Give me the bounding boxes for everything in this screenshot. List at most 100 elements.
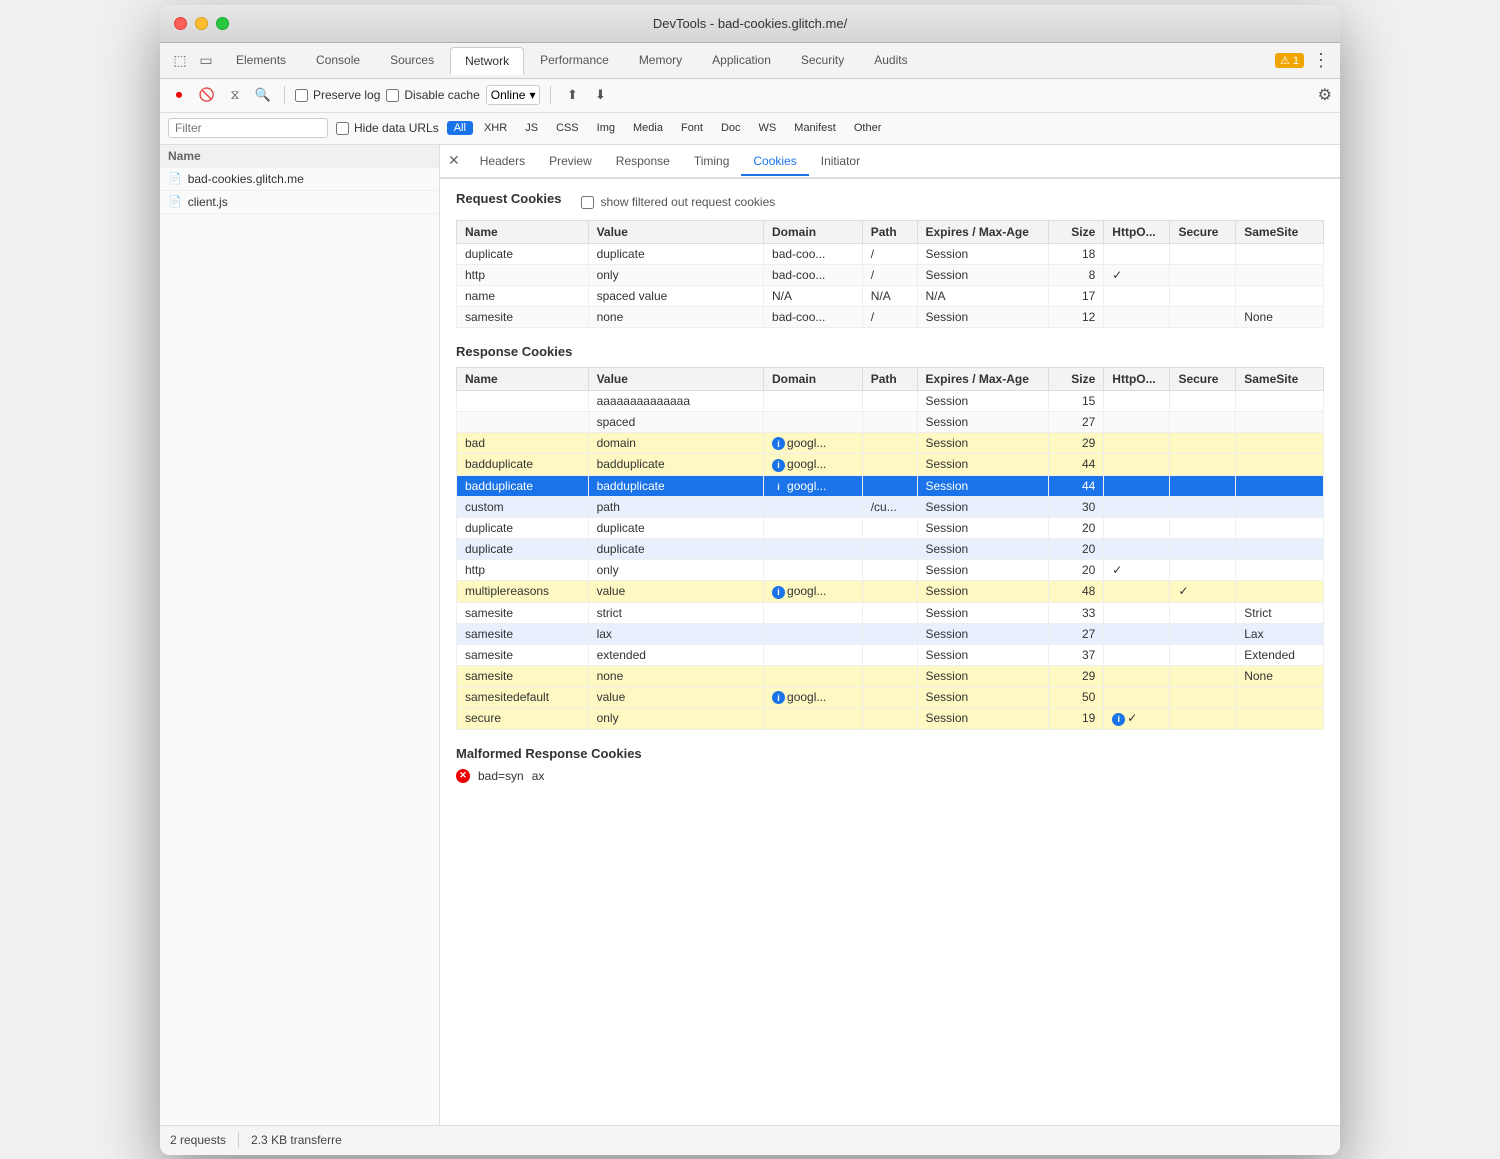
chevron-down-icon: ▾ [529, 88, 535, 102]
sub-tab-close-icon[interactable]: ✕ [448, 152, 460, 169]
cell-size: 18 [1049, 243, 1104, 264]
table-row[interactable]: samesite none Session 29 None [457, 665, 1324, 686]
cell-path [862, 644, 917, 665]
status-bar: 2 requests 2.3 KB transferre [160, 1125, 1340, 1155]
table-row[interactable]: secure only Session 19 i✓ [457, 708, 1324, 730]
throttle-select[interactable]: Online ▾ [486, 85, 541, 105]
table-row[interactable]: duplicate duplicate Session 20 [457, 539, 1324, 560]
cell-domain [764, 497, 863, 518]
table-row[interactable]: name spaced value N/A N/A N/A 17 [457, 285, 1324, 306]
tab-elements[interactable]: Elements [222, 47, 300, 73]
filter-media[interactable]: Media [626, 121, 670, 135]
table-row[interactable]: spaced Session 27 [457, 411, 1324, 432]
table-row[interactable]: bad domain igoogl... Session 29 [457, 432, 1324, 454]
th-resp-path: Path [862, 367, 917, 390]
sub-tab-bar: ✕ Headers Preview Response Timing Cookie… [440, 145, 1340, 179]
table-row[interactable]: http only bad-coo... / Session 8 ✓ [457, 264, 1324, 285]
table-row[interactable]: duplicate duplicate bad-coo... / Session… [457, 243, 1324, 264]
cell-path [862, 708, 917, 730]
disable-cache-checkbox[interactable] [386, 89, 399, 102]
filter-img[interactable]: Img [590, 121, 622, 135]
show-filtered-checkbox[interactable] [581, 196, 594, 209]
sub-tab-initiator[interactable]: Initiator [809, 148, 872, 176]
close-button[interactable] [174, 17, 187, 30]
filter-toggle[interactable]: ⧖ [224, 84, 246, 106]
record-button[interactable]: ⏺ [168, 84, 190, 106]
cell-secure [1170, 665, 1236, 686]
show-filtered-label[interactable]: show filtered out request cookies [581, 195, 775, 209]
cell-name: multiplereasons [457, 581, 589, 603]
filter-css[interactable]: CSS [549, 121, 586, 135]
tab-network[interactable]: Network [450, 47, 524, 75]
table-row[interactable]: samesite extended Session 37 Extended [457, 644, 1324, 665]
table-row[interactable]: multiplereasons value igoogl... Session … [457, 581, 1324, 603]
cell-value: duplicate [588, 539, 763, 560]
tab-sources[interactable]: Sources [376, 47, 448, 73]
table-row[interactable]: samesite strict Session 33 Strict [457, 602, 1324, 623]
warning-badge[interactable]: ⚠ 1 [1275, 53, 1304, 68]
cell-samesite [1236, 454, 1324, 476]
table-row[interactable]: duplicate duplicate Session 20 [457, 518, 1324, 539]
tab-audits[interactable]: Audits [860, 47, 921, 73]
sub-tab-preview[interactable]: Preview [537, 148, 604, 176]
cell-httpo [1104, 411, 1170, 432]
maximize-button[interactable] [216, 17, 229, 30]
settings-icon[interactable]: ⚙ [1318, 85, 1332, 105]
filter-manifest[interactable]: Manifest [787, 121, 843, 135]
download-icon[interactable]: ⬇ [589, 84, 611, 106]
upload-icon[interactable]: ⬆ [561, 84, 583, 106]
table-row[interactable]: samesitedefault value igoogl... Session … [457, 686, 1324, 708]
tab-console[interactable]: Console [302, 47, 374, 73]
stop-button[interactable]: 🚫 [196, 84, 218, 106]
cell-httpo: i✓ [1104, 708, 1170, 730]
cell-secure [1170, 602, 1236, 623]
cell-expires: Session [917, 497, 1049, 518]
tab-memory[interactable]: Memory [625, 47, 696, 73]
hide-data-urls-label[interactable]: Hide data URLs [336, 121, 439, 135]
filter-doc[interactable]: Doc [714, 121, 748, 135]
status-sep [238, 1132, 239, 1148]
disable-cache-label[interactable]: Disable cache [386, 88, 479, 102]
sub-tab-timing[interactable]: Timing [682, 148, 742, 176]
tab-performance[interactable]: Performance [526, 47, 623, 73]
filter-js[interactable]: JS [518, 121, 545, 135]
malformed-cookie-extra: ax [532, 769, 545, 783]
preserve-log-checkbox[interactable] [295, 89, 308, 102]
cell-size: 8 [1049, 264, 1104, 285]
cursor-icon[interactable]: ⬚ [170, 50, 190, 70]
th-resp-httpo: HttpO... [1104, 367, 1170, 390]
device-icon[interactable]: ▭ [196, 50, 216, 70]
filter-other[interactable]: Other [847, 121, 889, 135]
table-row[interactable]: samesite lax Session 27 Lax [457, 623, 1324, 644]
network-toolbar: ⏺ 🚫 ⧖ 🔍 Preserve log Disable cache Onlin… [160, 79, 1340, 113]
sidebar-item-bad-cookies[interactable]: 📄 bad-cookies.glitch.me [160, 168, 439, 191]
sub-tab-cookies[interactable]: Cookies [741, 148, 808, 176]
hide-data-urls-checkbox[interactable] [336, 122, 349, 135]
filter-ws[interactable]: WS [752, 121, 784, 135]
cell-path [862, 623, 917, 644]
tab-application[interactable]: Application [698, 47, 785, 73]
sidebar-item-client-js[interactable]: 📄 client.js [160, 191, 439, 214]
table-row[interactable]: http only Session 20 ✓ [457, 560, 1324, 581]
cell-value: extended [588, 644, 763, 665]
table-row[interactable]: badduplicate badduplicate igoogl... Sess… [457, 454, 1324, 476]
tab-security[interactable]: Security [787, 47, 858, 73]
file-icon: 📄 [168, 172, 182, 185]
more-options-icon[interactable]: ⋮ [1312, 50, 1330, 71]
cell-value: only [588, 560, 763, 581]
sub-tab-headers[interactable]: Headers [468, 148, 537, 176]
sub-tab-response[interactable]: Response [604, 148, 682, 176]
table-row[interactable]: samesite none bad-coo... / Session 12 No… [457, 306, 1324, 327]
filter-input[interactable] [168, 118, 328, 138]
th-req-expires: Expires / Max-Age [917, 220, 1049, 243]
table-row[interactable]: badduplicate badduplicate igoogl... Sess… [457, 475, 1324, 497]
preserve-log-label[interactable]: Preserve log [295, 88, 380, 102]
filter-xhr[interactable]: XHR [477, 121, 514, 135]
table-row[interactable]: custom path /cu... Session 30 [457, 497, 1324, 518]
table-row[interactable]: aaaaaaaaaaaaaa Session 15 [457, 390, 1324, 411]
search-button[interactable]: 🔍 [252, 84, 274, 106]
minimize-button[interactable] [195, 17, 208, 30]
filter-font[interactable]: Font [674, 121, 710, 135]
hide-data-urls-text: Hide data URLs [354, 121, 439, 135]
filter-all[interactable]: All [447, 121, 473, 135]
